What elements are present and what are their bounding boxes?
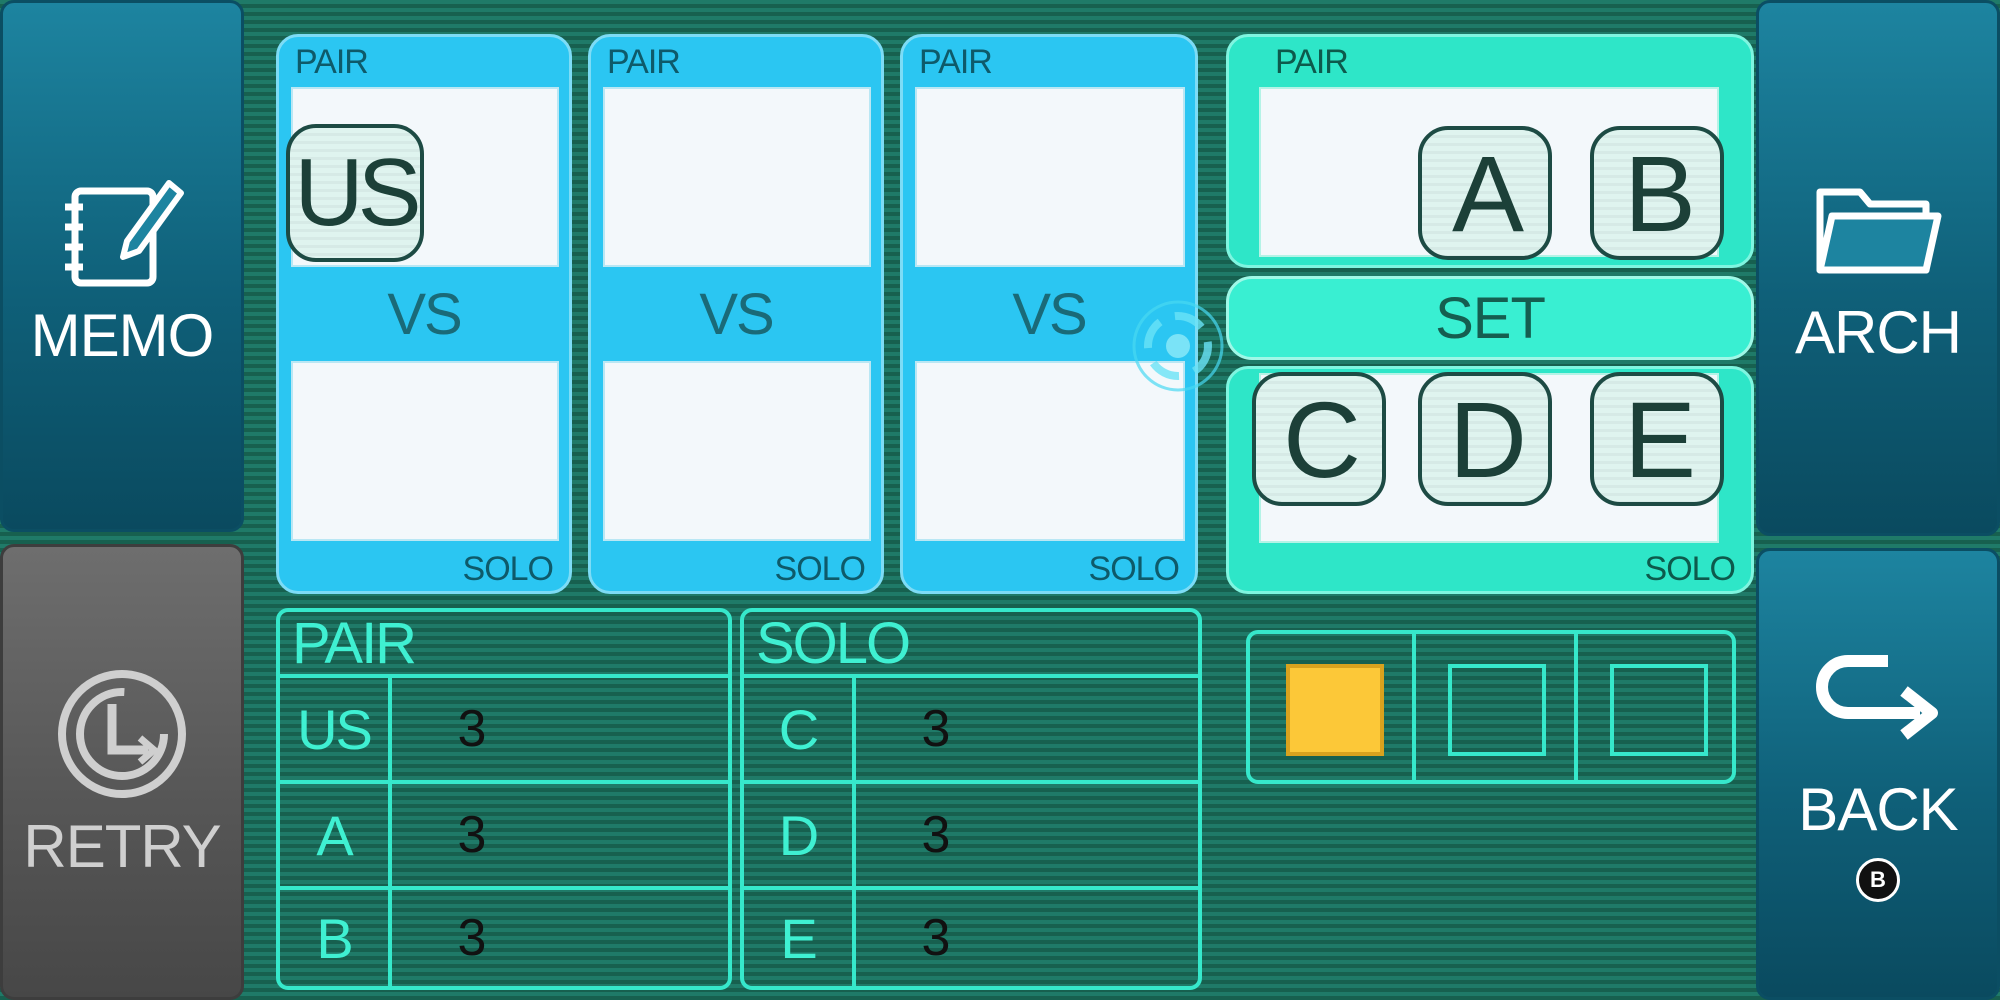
set-button[interactable]: SET: [1226, 276, 1754, 360]
solo-score-table: SOLO C 3 D 3 E 3: [740, 608, 1202, 990]
retry-label: RETRY: [23, 812, 221, 880]
round-slot: [1610, 664, 1708, 756]
table-row: D 3: [744, 780, 1198, 886]
table-row: B 3: [280, 886, 728, 986]
match-1-vs: VS: [387, 281, 462, 347]
match-3-solo-label: SOLO: [1088, 550, 1180, 588]
memo-button[interactable]: MEMO: [0, 0, 244, 532]
pool-pair-label: PAIR: [1275, 43, 1349, 81]
round-slot: [1448, 664, 1546, 756]
match-2-solo-slot[interactable]: [603, 361, 871, 541]
solo-row-name: E: [744, 890, 856, 986]
solo-row-value: 3: [921, 909, 951, 967]
solo-row-value: 3: [921, 806, 951, 864]
arch-label: ARCH: [1794, 298, 1962, 366]
pair-row-name: B: [280, 890, 392, 986]
solo-row-name: D: [744, 784, 856, 886]
match-3-pair-slot[interactable]: [915, 87, 1185, 267]
table-row: US 3: [280, 674, 728, 780]
back-label: BACK: [1798, 775, 1958, 843]
pair-row-value: 3: [457, 806, 487, 864]
tile-b[interactable]: B: [1590, 126, 1724, 260]
match-1-solo-slot[interactable]: [291, 361, 559, 541]
round-slot: [1286, 664, 1384, 756]
match-panel-2: PAIR VS SOLO: [588, 34, 884, 594]
cursor-target-icon: [1132, 300, 1224, 392]
solo-table-header: SOLO: [756, 611, 911, 676]
back-button[interactable]: BACK B: [1756, 548, 2000, 1000]
tile-a[interactable]: A: [1418, 126, 1552, 260]
pair-score-table: PAIR US 3 A 3 B 3: [276, 608, 732, 990]
pair-row-value: 3: [457, 909, 487, 967]
tile-c[interactable]: C: [1252, 372, 1386, 506]
solo-row-name: C: [744, 678, 856, 780]
match-2-vs: VS: [699, 281, 774, 347]
pair-row-name: A: [280, 784, 392, 886]
match-2-pair-label: PAIR: [607, 43, 681, 81]
solo-row-value: 3: [921, 700, 951, 758]
table-row: E 3: [744, 886, 1198, 986]
match-2-pair-slot[interactable]: [603, 87, 871, 267]
match-2-solo-label: SOLO: [774, 550, 866, 588]
memo-notebook-icon: [65, 179, 184, 286]
b-button-hint-icon: B: [1856, 857, 1900, 902]
pair-row-name: US: [280, 678, 392, 780]
memo-label: MEMO: [30, 301, 215, 369]
match-panel-1: PAIR VS SOLO: [276, 34, 572, 594]
tile-d[interactable]: D: [1418, 372, 1552, 506]
return-arrow-icon: [1816, 654, 1938, 740]
match-1-solo-label: SOLO: [462, 550, 554, 588]
table-row: A 3: [280, 780, 728, 886]
match-3-pair-label: PAIR: [919, 43, 993, 81]
retry-button[interactable]: RETRY: [0, 544, 244, 1000]
pair-row-value: 3: [457, 700, 487, 758]
tile-e[interactable]: E: [1590, 372, 1724, 506]
table-row: C 3: [744, 674, 1198, 780]
tile-us[interactable]: US: [286, 124, 424, 262]
round-indicator: [1246, 630, 1736, 784]
match-1-pair-label: PAIR: [295, 43, 369, 81]
arch-button[interactable]: ARCH: [1756, 0, 2000, 536]
folder-icon: [1816, 188, 1942, 273]
pair-table-header: PAIR: [292, 611, 417, 676]
retry-clock-icon: [58, 669, 186, 798]
pool-solo-label: SOLO: [1644, 550, 1736, 588]
